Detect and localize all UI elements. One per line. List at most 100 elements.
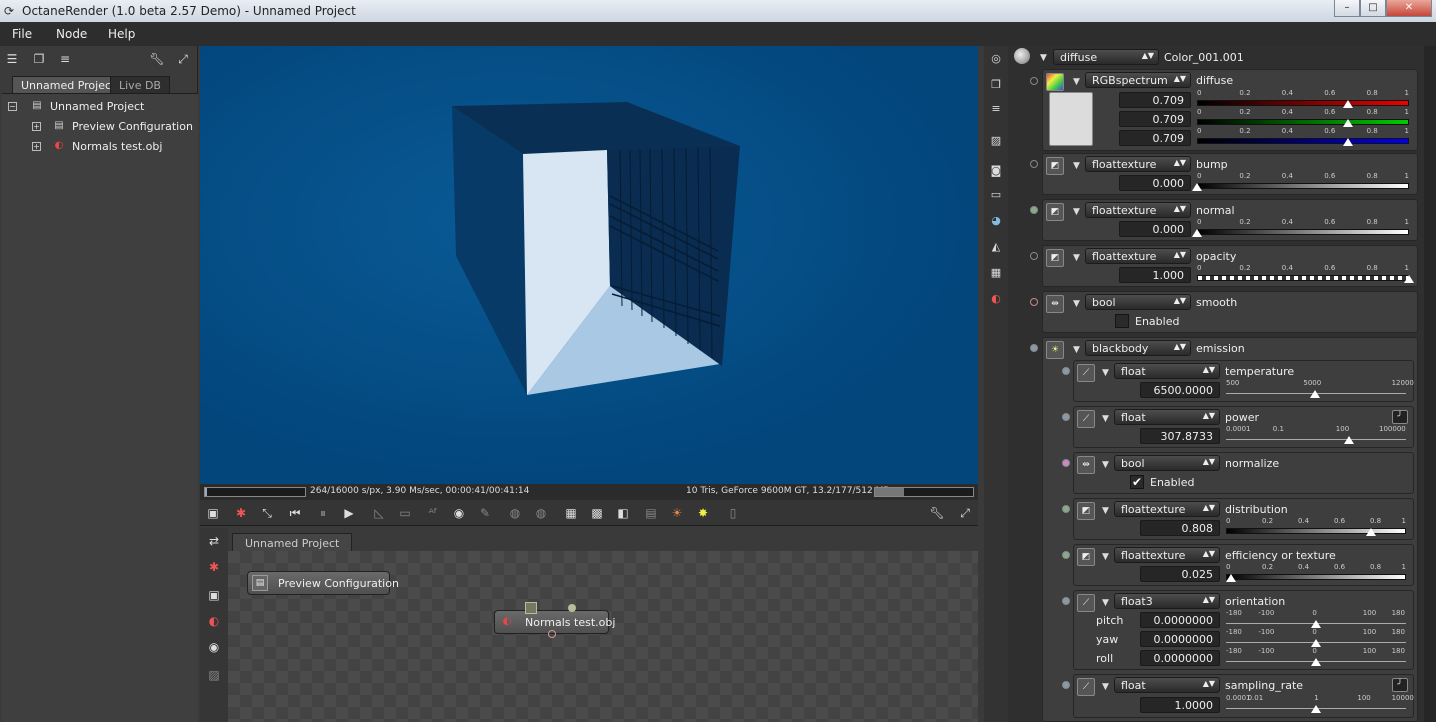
pin-power[interactable] xyxy=(1062,413,1070,421)
light-icon[interactable]: ✸ xyxy=(694,504,712,522)
pitch-value-field[interactable]: 0.0000000 xyxy=(1140,612,1220,628)
save-image-icon[interactable]: ▣ xyxy=(204,504,222,522)
layers-icon[interactable]: ≡ xyxy=(56,50,74,68)
wrench-icon[interactable]: 🔧︎ xyxy=(148,50,166,68)
bump-slider[interactable]: 0 0.2 0.4 0.6 0.8 1 xyxy=(1192,172,1409,191)
diffuse-type-dropdown[interactable]: RGBspectrum ▲▼ xyxy=(1085,72,1191,88)
sun-direction-icon[interactable]: ☀ xyxy=(668,504,686,522)
distribution-type-dropdown[interactable]: floattexture ▲▼ xyxy=(1114,501,1220,517)
maximize-button[interactable]: □ xyxy=(1360,0,1386,17)
efficiency-value-field[interactable]: 0.025 xyxy=(1140,566,1220,582)
grid-icon[interactable]: ▦ xyxy=(562,504,580,522)
layout-icon[interactable]: ⇄ xyxy=(205,532,223,550)
collapse-icon[interactable]: − xyxy=(8,102,17,111)
smooth-checkbox[interactable] xyxy=(1115,314,1129,328)
emission-type-dropdown[interactable]: blackbody ▲▼ xyxy=(1085,340,1191,356)
collapse-icon[interactable]: ▼ xyxy=(1073,299,1083,309)
inspector-scrollbar[interactable] xyxy=(1424,46,1436,722)
slider-thumb[interactable] xyxy=(1404,275,1414,283)
slider-thumb[interactable] xyxy=(1192,183,1202,191)
output-pin[interactable] xyxy=(548,630,556,638)
pin-orientation[interactable] xyxy=(1062,597,1070,605)
reset-camera-icon[interactable]: ⤡ xyxy=(258,504,276,522)
pin-sampling-rate[interactable] xyxy=(1062,681,1070,689)
camera-icon[interactable]: ◎ xyxy=(987,50,1005,68)
orientation-type-dropdown[interactable]: float3 ▲▼ xyxy=(1114,593,1220,609)
collapse-icon[interactable]: ▼ xyxy=(1102,552,1112,562)
mesh-icon[interactable]: ◐ xyxy=(987,290,1005,308)
pin-normalize[interactable] xyxy=(1062,459,1070,467)
clay-mode-icon[interactable]: ◍ xyxy=(532,504,550,522)
normalize-checkbox[interactable]: ✔ xyxy=(1130,475,1144,489)
normalize-type-dropdown[interactable]: bool ▲▼ xyxy=(1114,455,1220,471)
collapse-icon[interactable]: ▼ xyxy=(1102,368,1112,378)
slider-thumb[interactable] xyxy=(1343,100,1353,108)
sampling-rate-type-dropdown[interactable]: float ▲▼ xyxy=(1114,677,1220,693)
node-graph-canvas[interactable]: ▤ Preview Configuration ◐ Normals test.o… xyxy=(228,551,978,722)
pitch-slider[interactable]: -180 -100 0 100 180 xyxy=(1226,609,1406,628)
temperature-value-field[interactable]: 6500.0000 xyxy=(1140,382,1220,398)
minimize-button[interactable]: – xyxy=(1334,0,1360,17)
collapse-icon[interactable]: ▼ xyxy=(1102,414,1112,424)
red-slider[interactable]: 0 0.2 0.4 0.6 0.8 1 xyxy=(1197,89,1409,108)
tree-item-preview-configuration[interactable]: + ▤ Preview Configuration xyxy=(6,118,196,136)
pin-distribution[interactable] xyxy=(1062,505,1070,513)
bump-type-dropdown[interactable]: floattexture ▲▼ xyxy=(1085,156,1191,172)
blue-slider[interactable]: 0 0.2 0.4 0.6 0.8 1 xyxy=(1197,127,1409,146)
smooth-type-dropdown[interactable]: bool ▲▼ xyxy=(1085,294,1191,310)
menu-help[interactable]: Help xyxy=(108,27,135,41)
camera-node-icon[interactable]: ▣ xyxy=(205,586,223,604)
slider-thumb[interactable] xyxy=(1311,658,1321,666)
slider-thumb[interactable] xyxy=(1311,705,1321,713)
pin-smooth[interactable] xyxy=(1030,298,1038,306)
bump-value-field[interactable]: 0.000 xyxy=(1119,175,1191,191)
texture-node-icon[interactable]: ▨ xyxy=(205,666,223,684)
green-slider[interactable]: 0 0.2 0.4 0.6 0.8 1 xyxy=(1197,108,1409,127)
opacity-slider[interactable]: 0 0.2 0.4 0.6 0.8 1 xyxy=(1197,264,1414,283)
slider-thumb[interactable] xyxy=(1366,528,1377,536)
sampling-rate-value-field[interactable]: 1.0000 xyxy=(1140,697,1220,713)
film-camera-icon[interactable]: ◙ xyxy=(987,162,1005,180)
input-pin[interactable] xyxy=(568,604,576,612)
yaw-slider[interactable]: -180 -100 0 100 180 xyxy=(1226,628,1406,647)
collapse-icon[interactable]: ▼ xyxy=(1102,506,1112,516)
copy-icon[interactable]: ❐ xyxy=(987,76,1005,94)
collapse-icon[interactable]: ▼ xyxy=(1073,207,1083,217)
material-type-dropdown[interactable]: diffuse ▲▼ xyxy=(1053,49,1159,65)
efficiency-type-dropdown[interactable]: floattexture ▲▼ xyxy=(1114,547,1220,563)
tree-item-root[interactable]: − ▤ Unnamed Project xyxy=(6,98,196,116)
green-value-field[interactable]: 0.709 xyxy=(1119,111,1191,127)
white-balance-icon[interactable]: ✎ xyxy=(476,504,494,522)
pin-temperature[interactable] xyxy=(1062,367,1070,375)
alpha-icon[interactable]: ◧ xyxy=(614,504,632,522)
menu-node[interactable]: Node xyxy=(56,27,87,41)
lock-view-icon[interactable]: ▤ xyxy=(642,504,660,522)
tab-live-db[interactable]: Live DB xyxy=(110,76,170,93)
texture-icon[interactable]: ◭ xyxy=(987,238,1005,256)
distribution-value-field[interactable]: 0.808 xyxy=(1140,520,1220,536)
fullscreen-icon[interactable]: ⤢ xyxy=(956,504,974,522)
graph-node-preview-configuration[interactable]: ▤ Preview Configuration xyxy=(247,571,399,595)
wrench-icon[interactable]: 🔧︎ xyxy=(928,504,946,522)
slider-thumb[interactable] xyxy=(1311,620,1321,628)
slider-thumb[interactable] xyxy=(1343,119,1353,127)
yaw-value-field[interactable]: 0.0000000 xyxy=(1140,631,1220,647)
panel-icon[interactable]: ▭ xyxy=(987,186,1005,204)
normal-value-field[interactable]: 0.000 xyxy=(1119,221,1191,237)
delete-node-icon[interactable]: ✱ xyxy=(205,558,223,576)
collapse-icon[interactable]: ▼ xyxy=(1040,53,1050,63)
tree-item-normals-test[interactable]: + ◐ Normals test.obj xyxy=(6,138,196,156)
collapse-icon[interactable]: ▼ xyxy=(1073,253,1083,263)
collapse-icon[interactable]: ▼ xyxy=(1102,460,1112,470)
close-button[interactable]: ✕ xyxy=(1386,0,1432,17)
normal-slider[interactable]: 0 0.2 0.4 0.6 0.8 1 xyxy=(1192,218,1409,237)
slider-thumb[interactable] xyxy=(1192,229,1202,237)
sampling-rate-slider[interactable]: 0.0001 0.01 1 100 10000 xyxy=(1226,694,1414,713)
collapse-icon[interactable]: ▼ xyxy=(1073,345,1083,355)
material-picker-icon[interactable]: ◉ xyxy=(450,504,468,522)
display-icon[interactable]: ▭ xyxy=(396,504,414,522)
play-icon[interactable]: ▶ xyxy=(340,504,358,522)
pin-opacity[interactable] xyxy=(1030,252,1038,260)
pin-diffuse[interactable] xyxy=(1030,77,1038,85)
copy-icon[interactable]: ❐ xyxy=(30,50,48,68)
